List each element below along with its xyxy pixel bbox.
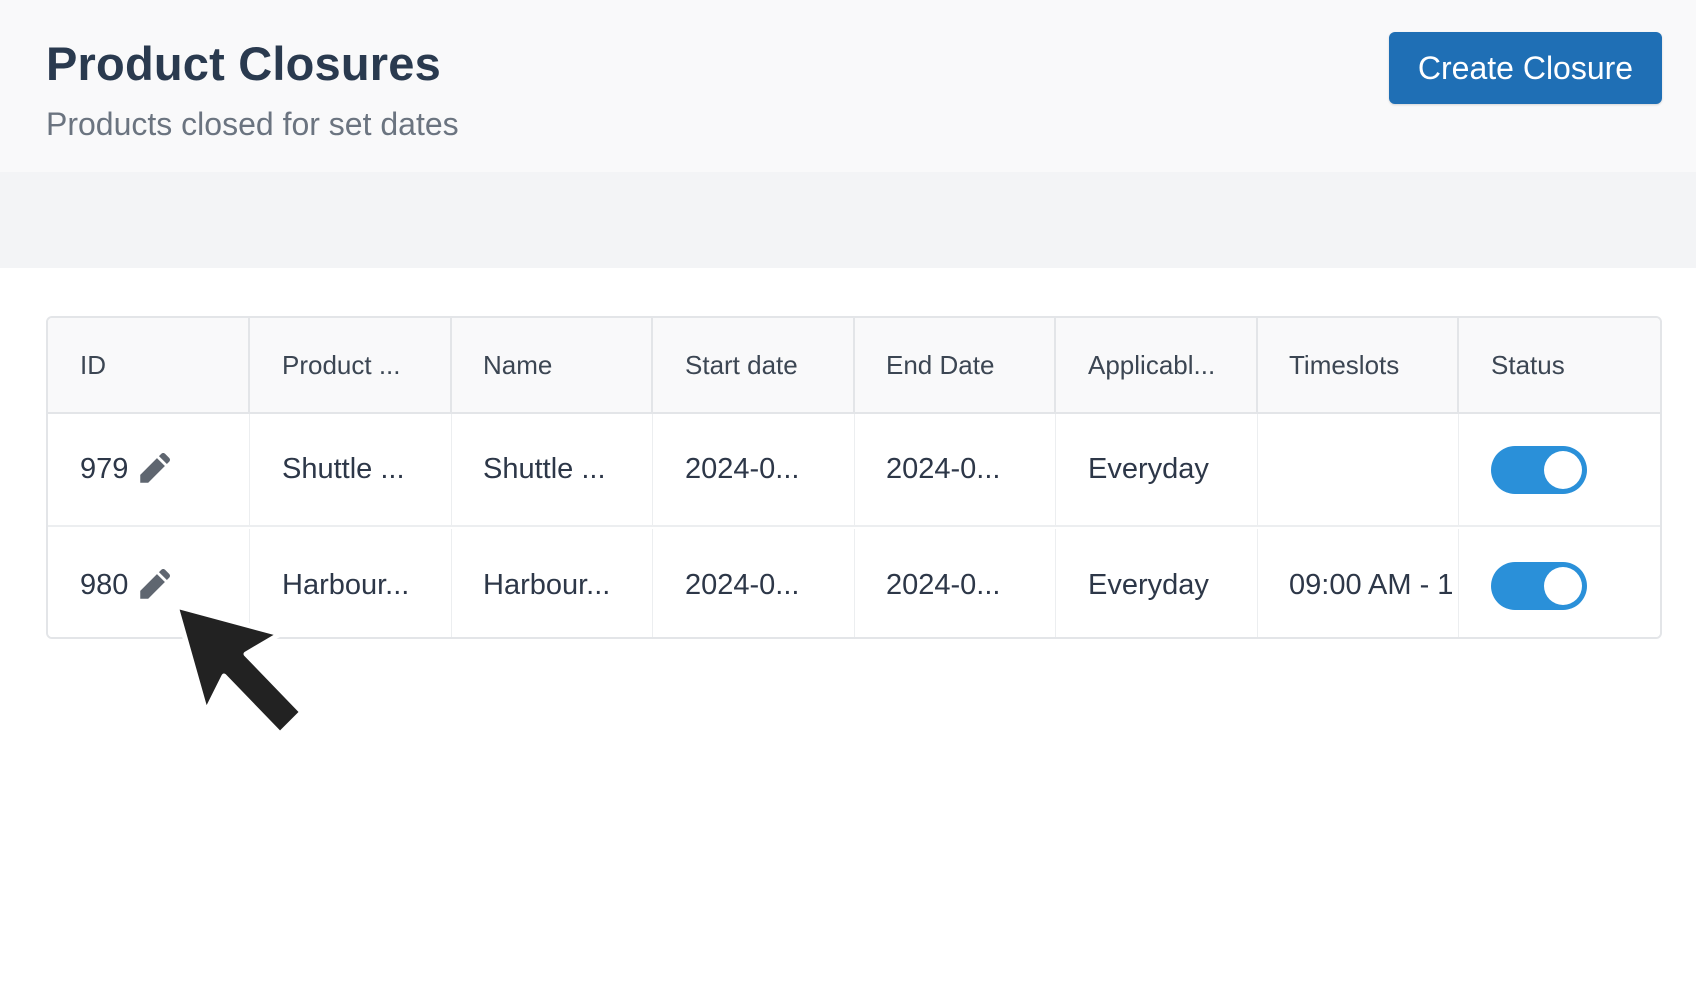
page-header: Product Closures Products closed for set… [0, 0, 1696, 172]
name-cell: Harbour... [451, 529, 653, 637]
column-header-end-date[interactable]: End Date [854, 318, 1056, 412]
status-toggle[interactable] [1491, 445, 1587, 494]
column-header-product[interactable]: Product ... [250, 318, 452, 412]
status-cell [1459, 414, 1660, 525]
id-cell: 980 [48, 529, 250, 637]
table-row: 979 Shuttle ... Shuttle ... 2024-0... 20… [48, 414, 1660, 527]
product-cell: Harbour... [250, 529, 452, 637]
start-date-cell: 2024-0... [653, 414, 855, 525]
status-toggle[interactable] [1491, 561, 1587, 610]
column-header-status[interactable]: Status [1459, 318, 1660, 412]
create-closure-button[interactable]: Create Closure [1389, 32, 1662, 104]
applicable-cell: Everyday [1056, 414, 1258, 525]
timeslots-cell [1257, 414, 1459, 525]
page-title: Product Closures [46, 37, 441, 90]
closures-table: ID Product ... Name Start date End Date … [46, 316, 1662, 639]
toggle-knob [1544, 450, 1582, 489]
applicable-cell: Everyday [1056, 529, 1258, 637]
page-subtitle: Products closed for set dates [46, 106, 459, 142]
product-cell: Shuttle ... [250, 414, 452, 525]
column-header-name[interactable]: Name [451, 318, 653, 412]
pencil-icon[interactable] [136, 452, 171, 487]
column-header-timeslots[interactable]: Timeslots [1257, 318, 1459, 412]
column-header-start-date[interactable]: Start date [653, 318, 855, 412]
id-cell: 979 [48, 414, 250, 525]
table-row: 980 Harbour... Harbour... 2024-0... 2024… [48, 529, 1660, 637]
column-header-applicable[interactable]: Applicabl... [1056, 318, 1258, 412]
toggle-knob [1544, 566, 1582, 605]
closure-id: 979 [80, 453, 129, 485]
column-header-id[interactable]: ID [48, 318, 250, 412]
closure-id: 980 [80, 569, 129, 601]
timeslots-cell: 09:00 AM - 1 [1257, 529, 1459, 637]
end-date-cell: 2024-0... [854, 414, 1056, 525]
end-date-cell: 2024-0... [854, 529, 1056, 637]
name-cell: Shuttle ... [451, 414, 653, 525]
pencil-icon[interactable] [136, 568, 171, 603]
filter-bar [0, 172, 1696, 268]
status-cell [1459, 529, 1660, 637]
start-date-cell: 2024-0... [653, 529, 855, 637]
table-header: ID Product ... Name Start date End Date … [48, 318, 1660, 414]
